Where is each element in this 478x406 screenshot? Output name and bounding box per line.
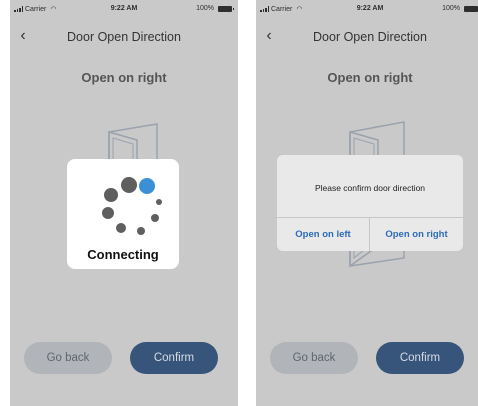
battery-icon: [218, 5, 234, 12]
phone-screen-connecting: Carrier ◠ 9:22 AM 100% ‹ Door Open Direc…: [10, 0, 238, 406]
battery-percent: 100%: [442, 5, 460, 12]
confirm-button[interactable]: Confirm: [130, 342, 218, 374]
loading-overlay: Connecting: [67, 159, 179, 269]
loading-label: Connecting: [87, 247, 159, 262]
open-on-left-button[interactable]: Open on left: [277, 218, 369, 251]
nav-bar: ‹ Door Open Direction: [10, 24, 238, 50]
go-back-button[interactable]: Go back: [24, 342, 112, 374]
open-on-right-button[interactable]: Open on right: [370, 218, 463, 251]
nav-bar: ‹ Door Open Direction: [256, 24, 478, 50]
status-bar: Carrier ◠ 9:22 AM 100%: [10, 0, 238, 18]
go-back-button[interactable]: Go back: [270, 342, 358, 374]
direction-heading: Open on right: [327, 70, 413, 85]
direction-heading: Open on right: [81, 70, 167, 85]
battery-percent: 100%: [196, 5, 214, 12]
phone-screen-confirm-dialog: Carrier ◠ 9:22 AM 100% ‹ Door Open Direc…: [256, 0, 478, 406]
status-right: 100%: [196, 5, 234, 12]
battery-icon: [464, 5, 478, 12]
page-title: Door Open Direction: [67, 30, 181, 44]
status-right: 100%: [442, 5, 478, 12]
confirm-dialog: Please confirm door direction Open on le…: [277, 155, 463, 251]
page-title: Door Open Direction: [313, 30, 427, 44]
status-bar: Carrier ◠ 9:22 AM 100%: [256, 0, 478, 18]
spinner-icon: [102, 177, 162, 235]
dialog-message: Please confirm door direction: [314, 183, 426, 193]
confirm-button[interactable]: Confirm: [376, 342, 464, 374]
